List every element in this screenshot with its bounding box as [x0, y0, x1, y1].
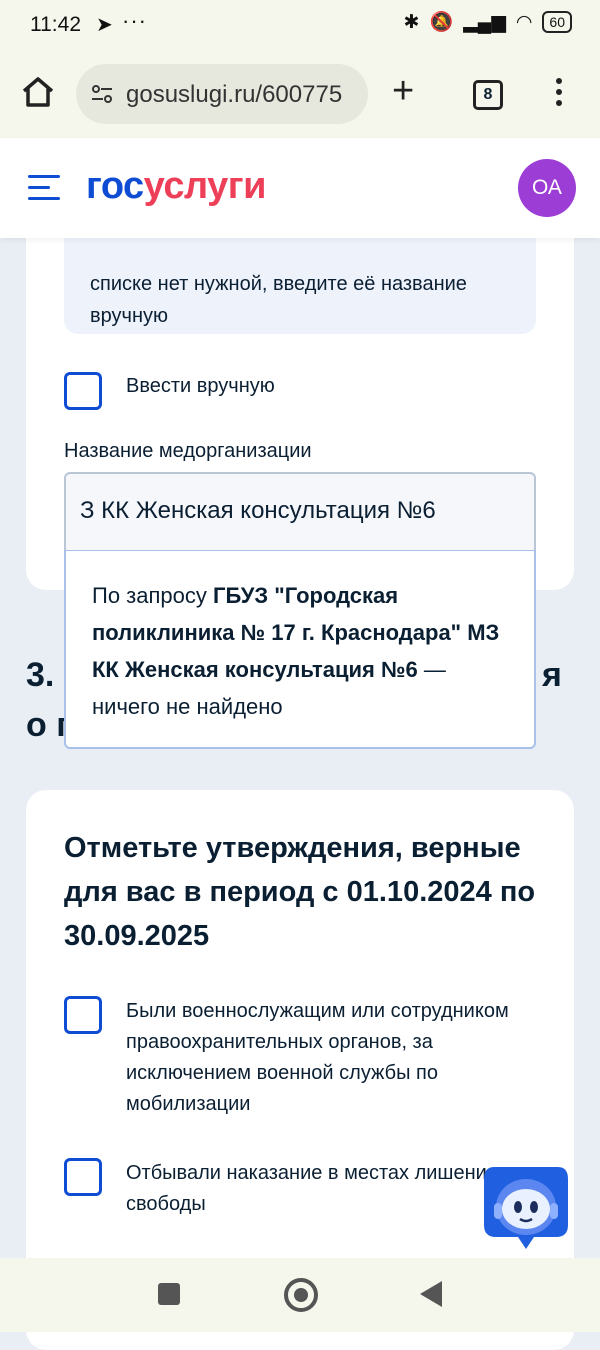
- telegram-icon: ➤: [96, 14, 113, 36]
- no-results-message: По запросу ГБУЗ "Городская поликлиника №…: [92, 583, 500, 719]
- medorg-field-label: Название медорганизации: [64, 440, 312, 462]
- option-label-prison[interactable]: Отбывали наказание в местах лишения своб…: [126, 1158, 506, 1220]
- bluetooth-icon: ✱: [403, 11, 420, 33]
- statements-title: Отметьте утверждения, верные для вас в п…: [64, 832, 536, 952]
- medorg-search-value: З КК Женская консультация №6: [80, 497, 436, 524]
- option-label-military[interactable]: Были военнослужащим или сотрудником прав…: [126, 996, 516, 1120]
- hamburger-menu-icon[interactable]: [28, 175, 60, 208]
- status-icons: ✱ 🔕 ▂▄▆ ◠ 60: [404, 10, 572, 34]
- manual-entry-label[interactable]: Ввести вручную: [126, 371, 275, 402]
- option-checkbox-prison[interactable]: [64, 1158, 102, 1196]
- system-navigation-bar: [0, 1258, 600, 1332]
- medorg-search-input[interactable]: З КК Женская консультация №6: [64, 472, 536, 554]
- address-bar[interactable]: gosuslugi.ru/600775: [76, 64, 368, 124]
- url-text: gosuslugi.ru/600775: [126, 81, 343, 108]
- site-header: госуслуги ОА: [0, 138, 600, 238]
- site-settings-icon[interactable]: [90, 82, 114, 106]
- home-icon[interactable]: [20, 74, 56, 110]
- home-nav-icon[interactable]: [284, 1278, 318, 1312]
- user-avatar[interactable]: ОА: [518, 159, 576, 217]
- manual-entry-checkbox[interactable]: [64, 372, 102, 410]
- browser-menu-icon[interactable]: [556, 78, 566, 111]
- status-bar: 11:42 ➤ ··· ✱ 🔕 ▂▄▆ ◠ 60: [0, 0, 600, 52]
- browser-toolbar: gosuslugi.ru/600775 + 8: [0, 52, 600, 139]
- wifi-icon: ◠: [515, 11, 533, 33]
- battery-icon: 60: [542, 11, 572, 33]
- assistant-robot-icon[interactable]: [480, 1155, 572, 1253]
- status-time: 11:42: [30, 13, 81, 36]
- more-notifications-icon: ···: [122, 8, 147, 33]
- hint-text: списке нет нужной, введите её название в…: [90, 273, 467, 327]
- back-icon[interactable]: [420, 1281, 442, 1307]
- signal-icon: ▂▄▆: [463, 11, 506, 33]
- tab-switcher-button[interactable]: 8: [473, 80, 503, 110]
- new-tab-icon[interactable]: +: [392, 72, 414, 110]
- mute-icon: 🔕: [429, 12, 454, 33]
- gosuslugi-logo[interactable]: госуслуги: [86, 165, 266, 208]
- option-checkbox-military[interactable]: [64, 996, 102, 1034]
- search-results-dropdown: По запросу ГБУЗ "Городская поликлиника №…: [64, 550, 536, 749]
- recent-apps-icon[interactable]: [158, 1283, 180, 1305]
